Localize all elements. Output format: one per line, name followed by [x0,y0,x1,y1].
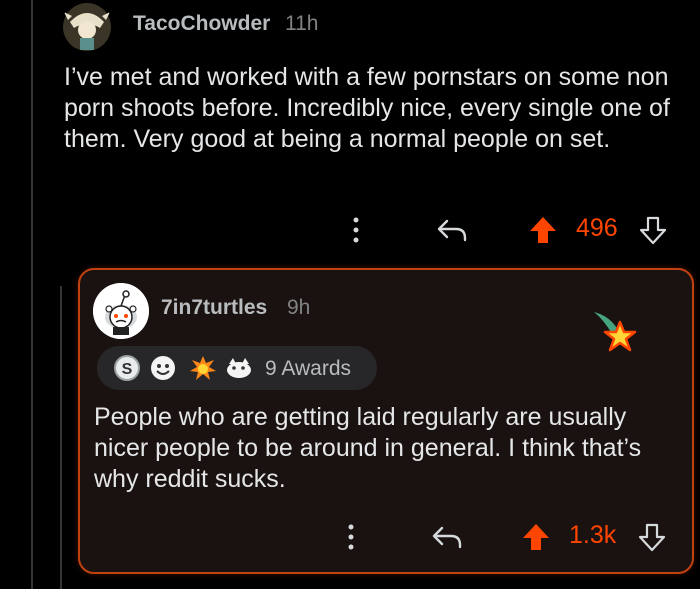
svg-text:S: S [122,361,133,378]
avatar[interactable] [60,2,114,52]
wholesome-award-icon [149,354,177,382]
reply-icon[interactable] [429,517,465,557]
more-options-icon[interactable] [344,210,368,250]
upvote-icon[interactable] [526,210,560,250]
award-star-icon [592,310,642,358]
awards-count: 9 Awards [265,357,351,380]
downvote-icon[interactable] [636,210,670,250]
comment-timestamp: 11h [285,12,319,35]
silver-award-icon: S [113,354,141,382]
awards-bar[interactable]: S 9 Awards [97,346,377,390]
comment-body: I’ve met and worked with a few pornstars… [64,63,670,153]
avatar[interactable] [93,283,149,339]
more-options-icon[interactable] [339,517,363,557]
comment-actions: 1.3k [325,517,685,557]
comment-actions: 496 [330,210,690,250]
comment-author[interactable]: TacoChowder [133,12,270,36]
thread-line[interactable] [31,0,33,589]
mind-blown-award-icon [189,354,217,382]
comment-timestamp: 9h [287,296,311,319]
vote-score: 496 [576,214,618,242]
comment-body: People who are getting laid regularly ar… [94,403,642,493]
hugz-award-icon [225,354,253,382]
thread-line[interactable] [60,286,62,589]
upvote-icon[interactable] [519,517,553,557]
comment-author[interactable]: 7in7turtles [161,296,267,320]
downvote-icon[interactable] [635,517,669,557]
vote-score: 1.3k [569,521,617,549]
reply-icon[interactable] [434,210,470,250]
